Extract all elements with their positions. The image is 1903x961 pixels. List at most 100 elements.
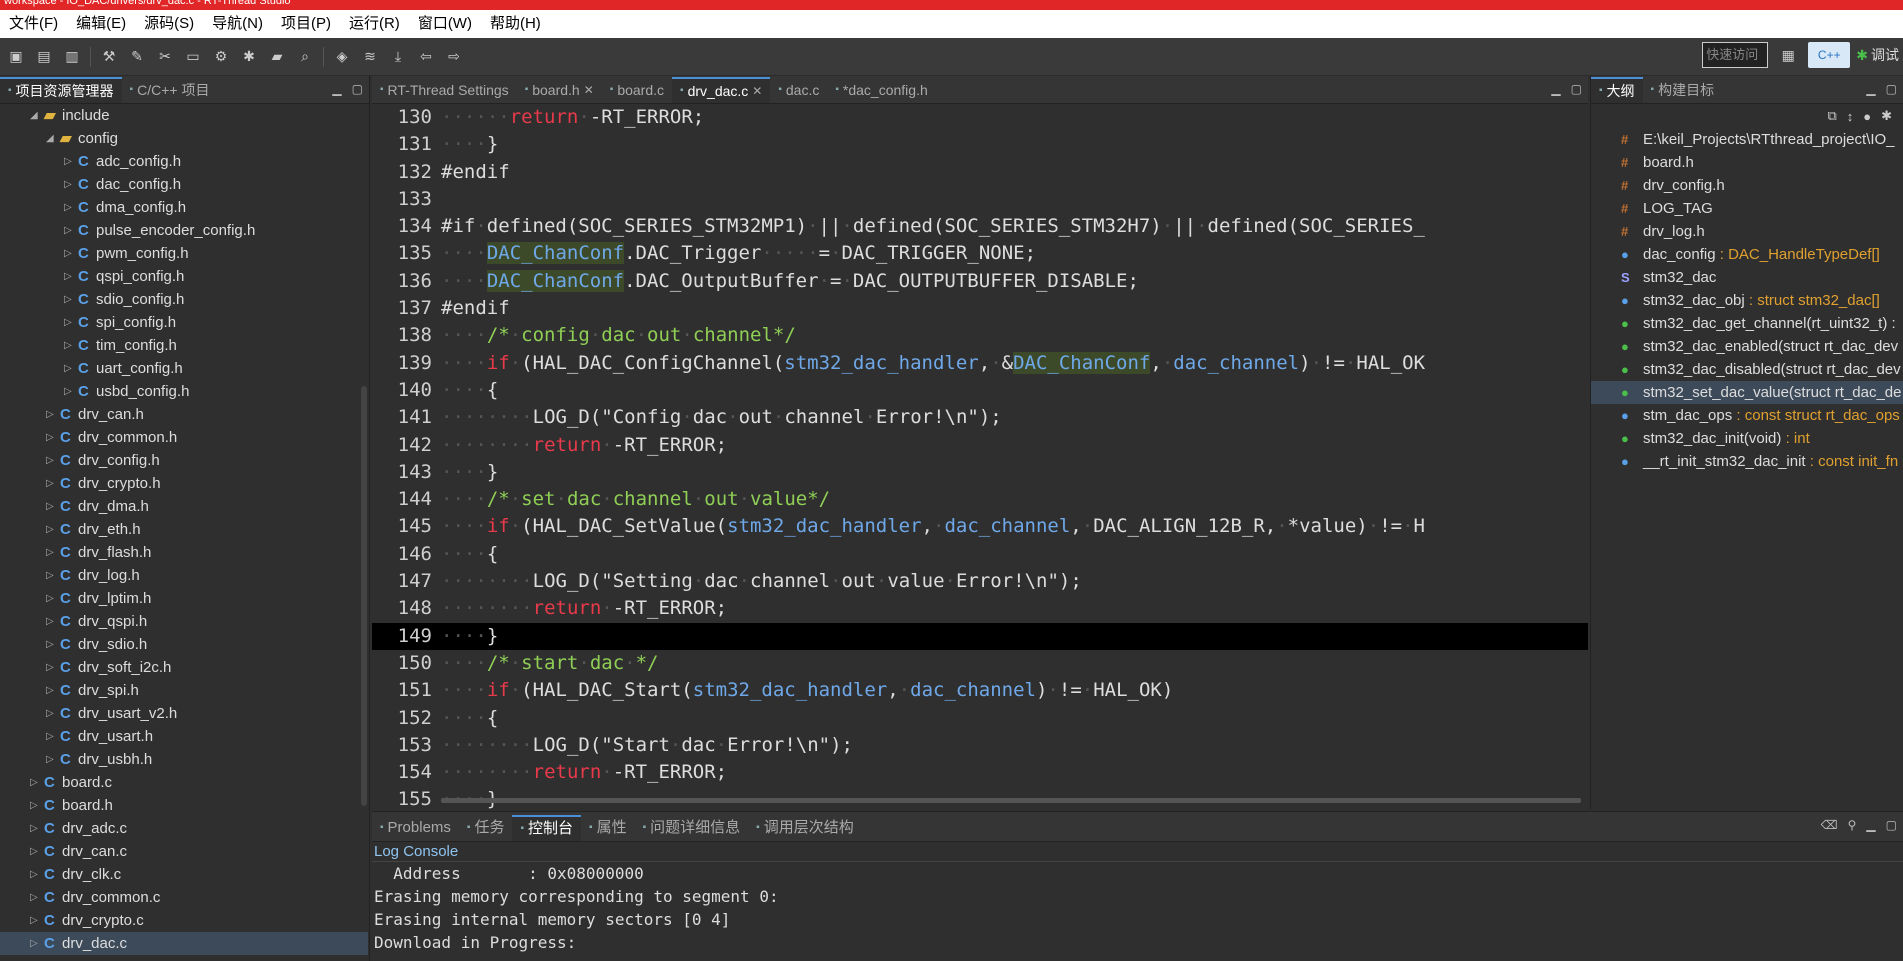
package-icon[interactable]: ◈ [330, 45, 354, 69]
code-area[interactable]: 130 ······return·-RT_ERROR; 131 ····} 132 #en… [372, 104, 1588, 809]
tree-item[interactable]: ▷ Cdrv_can.h [0, 403, 368, 426]
monitor-icon[interactable]: ▭ [181, 45, 205, 69]
code-line[interactable]: 141 ········LOG_D("Config·dac·out·channel… [372, 404, 1588, 431]
tree-item[interactable]: ▷ Cdrv_eth.h [0, 518, 368, 541]
minimize-icon[interactable]: ▁ [1866, 818, 1875, 832]
download-icon[interactable]: ⤓ [386, 45, 410, 69]
collapsed-arrow-icon[interactable]: ▷ [64, 196, 72, 219]
tree-item[interactable]: ◢ ▰ config [0, 127, 368, 150]
outline-item[interactable]: Sstm32_dac [1591, 266, 1903, 289]
tree-item[interactable]: ◢ ▰ include [0, 104, 368, 127]
c-perspective-button[interactable]: C++ [1808, 42, 1851, 68]
outline-item[interactable]: ● stm32_dac_obj : struct stm32_dac[] [1591, 289, 1903, 312]
minimize-icon[interactable]: ▁ [332, 82, 341, 96]
tree-item[interactable]: ▷ Cdac_config.h [0, 173, 368, 196]
collapsed-arrow-icon[interactable]: ▷ [46, 725, 54, 748]
editor-tab[interactable]: ▪ board.h ✕ [517, 77, 602, 103]
pin-icon[interactable]: ⚲ [1848, 818, 1857, 832]
menu-item[interactable]: 项目(P) [272, 10, 340, 38]
back-icon[interactable]: ⇦ [414, 45, 438, 69]
tree-item[interactable]: ▷ Cdrv_qspi.h [0, 610, 368, 633]
outline-item[interactable]: ● stm32_dac_get_channel(rt_uint32_t) : [1591, 312, 1903, 335]
minimize-icon[interactable]: ▁ [1866, 82, 1875, 96]
collapsed-arrow-icon[interactable]: ▷ [46, 587, 54, 610]
collapsed-arrow-icon[interactable]: ▷ [46, 656, 54, 679]
code-line[interactable]: 137 #endif [372, 295, 1588, 322]
tree-item[interactable]: ▷ Cdrv_config.h [0, 449, 368, 472]
code-line[interactable]: 151 ····if·(HAL_DAC_Start(stm32_dac_handl… [372, 677, 1588, 704]
maximize-icon[interactable]: ▢ [1886, 82, 1897, 96]
tree-item[interactable]: ▷ Cdrv_usart.h [0, 725, 368, 748]
collapsed-arrow-icon[interactable]: ▷ [64, 173, 72, 196]
outline-item[interactable]: ● stm32_dac_init(void) : int [1591, 427, 1903, 450]
tools-icon[interactable]: ✂ [153, 45, 177, 69]
tree-item[interactable]: ▷ Cdrv_dac.c [0, 932, 368, 955]
debug-perspective-button[interactable]: ✱ 调试 [1856, 45, 1899, 65]
expanded-arrow-icon[interactable]: ◢ [30, 104, 38, 127]
editor-tab[interactable]: ▪ board.c [602, 77, 672, 103]
quick-access-input[interactable]: 快速访问 [1702, 42, 1769, 68]
code-line[interactable]: 133 [372, 186, 1588, 213]
close-icon[interactable]: ✕ [752, 78, 762, 103]
collapsed-arrow-icon[interactable]: ▷ [46, 449, 54, 472]
code-line[interactable]: 147 ········LOG_D("Setting·dac·channel·ou… [372, 568, 1588, 595]
console-tab[interactable]: ▪ 属性 [581, 815, 635, 841]
outline-item[interactable]: ● stm32_dac_enabled(struct rt_dac_dev [1591, 335, 1903, 358]
tree-item[interactable]: ▷ Cdrv_lptim.h [0, 587, 368, 610]
console-tab[interactable]: ▪ 控制台 [512, 815, 582, 841]
tree-item[interactable]: ▷ Cpwm_config.h [0, 242, 368, 265]
code-line[interactable]: 143 ····} [372, 459, 1588, 486]
code-line[interactable]: 140 ····{ [372, 377, 1588, 404]
collapsed-arrow-icon[interactable]: ▷ [46, 426, 54, 449]
outline-item[interactable]: ● stm32_dac_disabled(struct rt_dac_dev [1591, 358, 1903, 381]
tree-item[interactable]: ▷ Cdma_config.h [0, 196, 368, 219]
collapsed-arrow-icon[interactable]: ▷ [46, 564, 54, 587]
outline-item[interactable]: # drv_log.h [1591, 220, 1903, 243]
collapsed-arrow-icon[interactable]: ▷ [46, 748, 54, 771]
collapsed-arrow-icon[interactable]: ▷ [30, 886, 38, 909]
sort-icon[interactable]: ↕ [1847, 109, 1854, 124]
collapsed-arrow-icon[interactable]: ▷ [46, 702, 54, 725]
code-line[interactable]: 154 ········return·-RT_ERROR; [372, 759, 1588, 786]
tree-item[interactable]: ▷ Cdrv_log.h [0, 564, 368, 587]
tree-item[interactable]: ▷ Ctim_config.h [0, 334, 368, 357]
collapsed-arrow-icon[interactable]: ▷ [64, 242, 72, 265]
collapsed-arrow-icon[interactable]: ▷ [64, 219, 72, 242]
expanded-arrow-icon[interactable]: ◢ [46, 127, 54, 150]
menu-item[interactable]: 运行(R) [340, 10, 409, 38]
collapsed-arrow-icon[interactable]: ▷ [46, 403, 54, 426]
outline-item[interactable]: ● __rt_init_stm32_dac_init : const init_f… [1591, 450, 1903, 473]
build-icon[interactable]: ⚒ [97, 45, 121, 69]
code-line[interactable]: 153 ········LOG_D("Start·dac·Error!\n"); [372, 732, 1588, 759]
maximize-icon[interactable]: ▢ [1886, 818, 1897, 832]
console-tab[interactable]: ▪ 任务 [459, 815, 513, 841]
menu-item[interactable]: 帮助(H) [481, 10, 550, 38]
menu-item[interactable]: 编辑(E) [67, 10, 135, 38]
tree-item[interactable]: ▷ Cdrv_adc.c [0, 817, 368, 840]
code-line[interactable]: 150 ····/*·start·dac·*/ [372, 650, 1588, 677]
tree-item[interactable]: ▷ Cdrv_spi.h [0, 679, 368, 702]
tree-item[interactable]: ▷ Cspi_config.h [0, 311, 368, 334]
outline-tab[interactable]: ▪ 构建目标 [1643, 77, 1723, 103]
tree-item[interactable]: ▷ Cdrv_dma.h [0, 495, 368, 518]
menu-item[interactable]: 文件(F) [0, 10, 67, 38]
code-line[interactable]: 131 ····} [372, 131, 1588, 158]
code-line[interactable]: 149 ····} [372, 622, 1588, 650]
save-icon[interactable]: ▤ [32, 45, 56, 69]
code-line[interactable]: 139 ····if·(HAL_DAC_ConfigChannel(stm32_d… [372, 350, 1588, 377]
collapsed-arrow-icon[interactable]: ▷ [46, 541, 54, 564]
collapsed-arrow-icon[interactable]: ▷ [30, 817, 38, 840]
console-tab[interactable]: ▪ 调用层次结构 [748, 815, 862, 841]
filter-icon[interactable]: ● [1863, 109, 1871, 124]
collapsed-arrow-icon[interactable]: ▷ [64, 311, 72, 334]
collapsed-arrow-icon[interactable]: ▷ [30, 932, 38, 955]
tree-item[interactable]: ▷ Cdrv_usbh.h [0, 748, 368, 771]
code-line[interactable]: 134 #if·defined(SOC_SERIES_STM32MP1)·||·d… [372, 213, 1588, 240]
editor-tab[interactable]: ▪ drv_dac.c ✕ [672, 77, 771, 103]
tree-item[interactable]: ▷ Cuart_config.h [0, 357, 368, 380]
tree-item[interactable]: ▷ Cdrv_common.h [0, 426, 368, 449]
tree-item[interactable]: ▷ Cqspi_config.h [0, 265, 368, 288]
settings-icon[interactable]: ⚙ [209, 45, 233, 69]
code-line[interactable]: 132 #endif [372, 159, 1588, 186]
tree-item[interactable]: ▷ Cadc_config.h [0, 150, 368, 173]
